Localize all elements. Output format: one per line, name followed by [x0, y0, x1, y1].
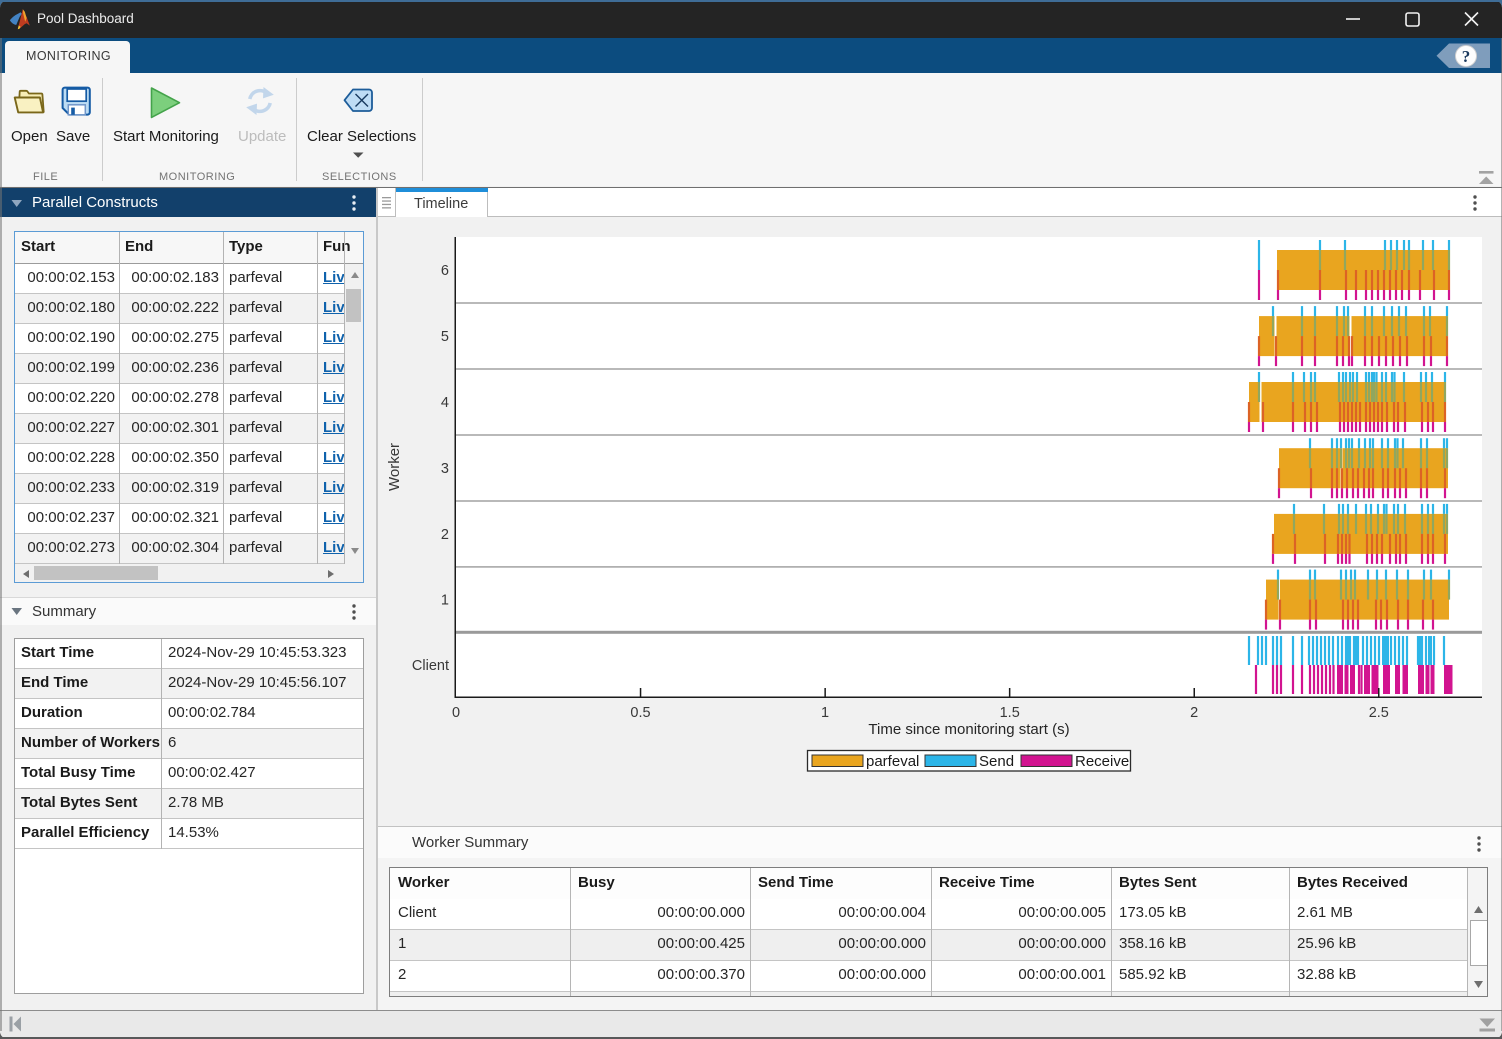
svg-text:?: ? — [1462, 47, 1471, 66]
